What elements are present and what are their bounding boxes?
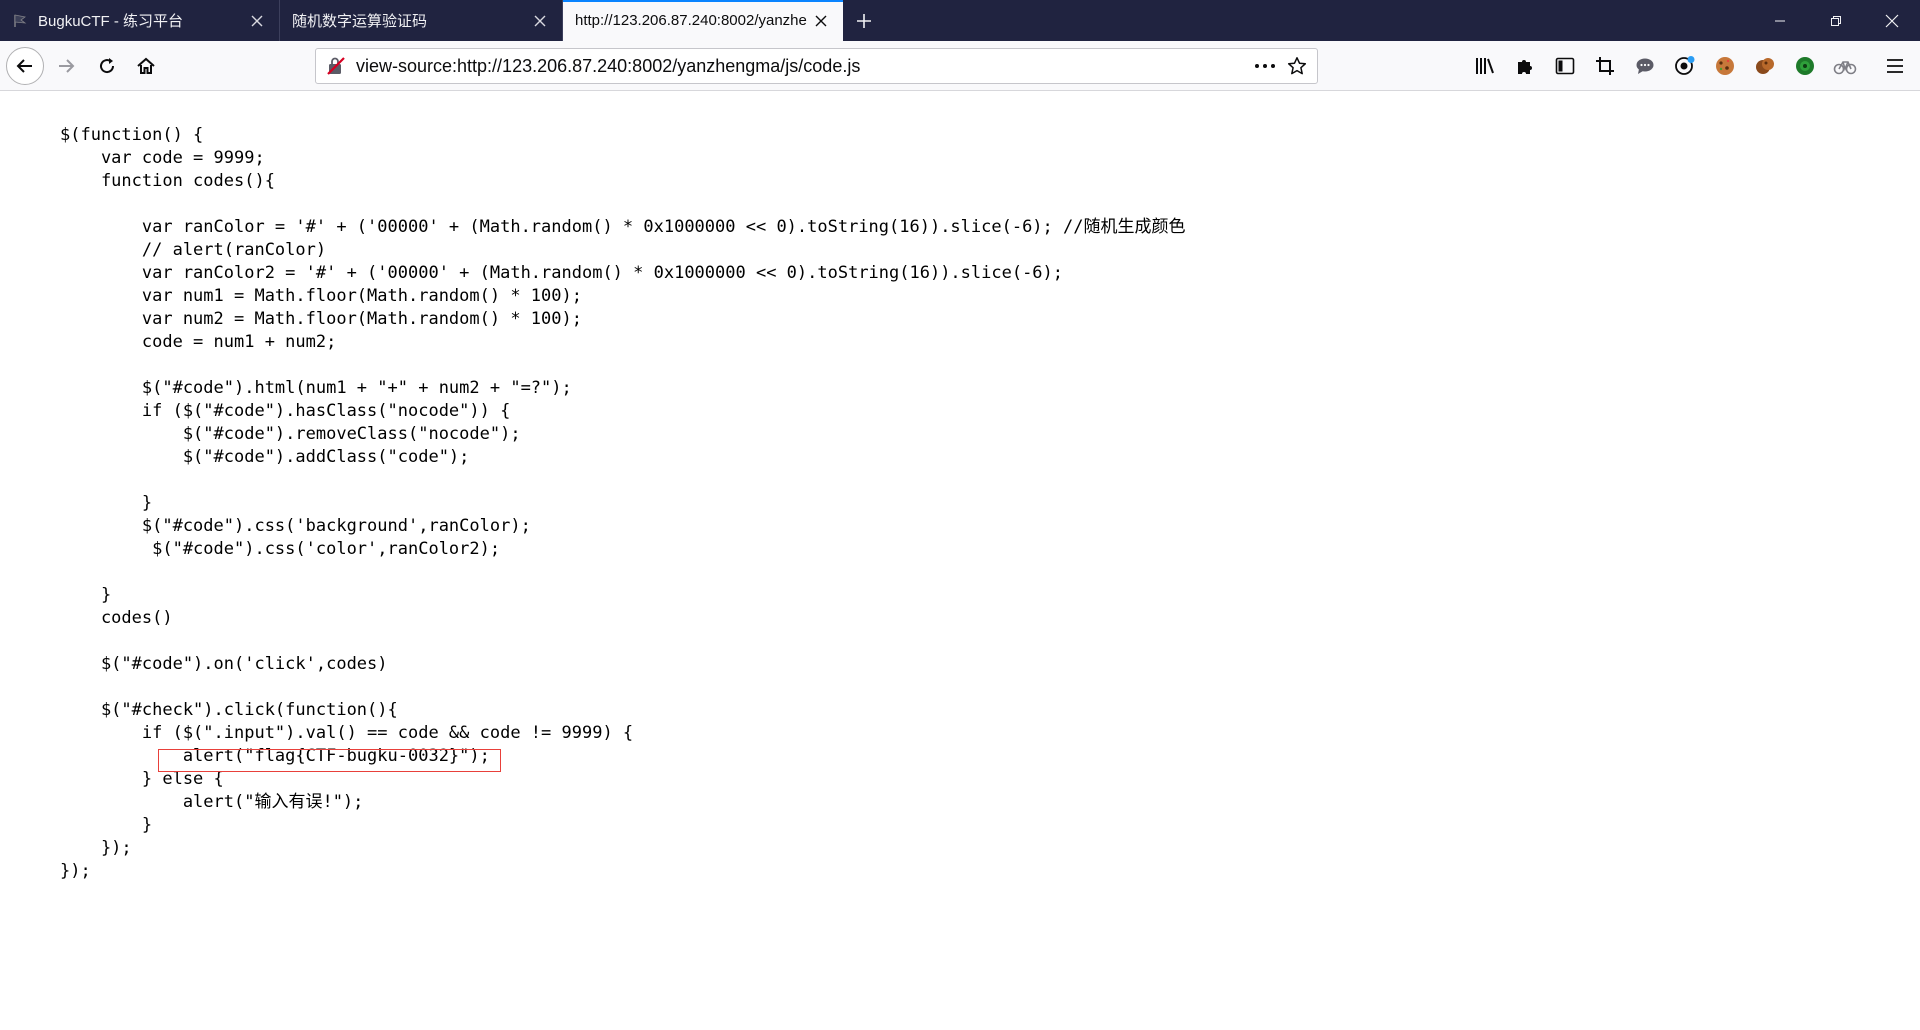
home-icon <box>137 57 155 74</box>
url-text[interactable]: view-source:http://123.206.87.240:8002/y… <box>356 56 1249 77</box>
reload-button[interactable] <box>88 47 126 85</box>
tab-title: http://123.206.87.240:8002/yanzhengma/js… <box>575 12 807 29</box>
menu-icon <box>1887 59 1903 73</box>
source-line: $("#code").removeClass("nocode"); <box>60 424 521 444</box>
home-button[interactable] <box>127 47 165 85</box>
tab-bugkuctf[interactable]: BugkuCTF - 练习平台 <box>0 0 280 41</box>
source-line: alert("输入有误!"); <box>60 792 364 812</box>
source-line: $("#code").css('color',ranColor2); <box>60 539 501 559</box>
green-addon-button[interactable] <box>1793 54 1817 78</box>
source-line: }); <box>60 861 91 881</box>
green-addon-icon <box>1796 57 1814 75</box>
cookie-addon-button[interactable] <box>1713 54 1737 78</box>
plus-icon <box>857 13 871 28</box>
source-line: $("#code").on('click',codes) <box>60 654 388 674</box>
source-line: var ranColor = '#' + ('00000' + (Math.ra… <box>60 217 1186 237</box>
restore-icon <box>1831 15 1841 26</box>
more-dots-icon <box>1255 64 1275 68</box>
source-line <box>60 630 1186 653</box>
minimize-button[interactable] <box>1752 0 1808 41</box>
source-line: $(function() { <box>60 125 204 145</box>
tab-code-js[interactable]: http://123.206.87.240:8002/yanzhengma/js… <box>563 0 843 41</box>
sidebar-icon <box>1555 57 1575 75</box>
source-line: var code = 9999; <box>60 148 265 168</box>
source-line: $("#check").click(function(){ <box>60 700 398 720</box>
source-line: code = num1 + num2; <box>60 332 337 352</box>
window-controls <box>1752 0 1920 41</box>
source-line: if ($(".input").val() == code && code !=… <box>60 723 634 743</box>
menu-button[interactable] <box>1883 54 1907 78</box>
flag-highlight-box <box>158 749 501 772</box>
account-button[interactable] <box>1673 54 1697 78</box>
back-button[interactable] <box>6 47 44 85</box>
close-window-button[interactable] <box>1864 0 1920 41</box>
source-line: } <box>60 493 153 513</box>
source-line: $("#code").css('background',ranColor); <box>60 516 531 536</box>
source-line <box>60 676 1186 699</box>
tab-captcha[interactable]: 随机数字运算验证码 <box>280 0 563 41</box>
brown-addon-button[interactable] <box>1753 54 1777 78</box>
bike-icon <box>1833 61 1857 75</box>
bike-addon-button[interactable] <box>1833 54 1857 78</box>
tab-close-icon[interactable] <box>807 7 835 35</box>
library-icon <box>1476 58 1494 74</box>
reload-icon <box>100 58 115 74</box>
brown-addon-icon <box>1756 58 1774 74</box>
source-line: var ranColor2 = '#' + ('00000' + (Math.r… <box>60 263 1064 283</box>
extensions-button[interactable] <box>1513 54 1537 78</box>
tab-close-icon[interactable] <box>526 7 554 35</box>
close-icon <box>1885 14 1899 27</box>
tab-title: 随机数字运算验证码 <box>292 13 428 30</box>
source-line: function codes(){ <box>60 171 275 191</box>
bugku-favicon-icon <box>14 14 27 27</box>
forward-arrow-icon <box>59 59 75 73</box>
sidebar-button[interactable] <box>1553 54 1577 78</box>
source-line: if ($("#code").hasClass("nocode")) { <box>60 401 511 421</box>
minimize-icon <box>1775 20 1785 21</box>
screenshot-button[interactable] <box>1593 54 1617 78</box>
tab-title: BugkuCTF - 练习平台 <box>38 13 184 30</box>
insecure-connection-icon[interactable] <box>326 56 346 76</box>
page-actions-button[interactable] <box>1249 50 1281 82</box>
source-line: var num2 = Math.floor(Math.random() * 10… <box>60 309 582 329</box>
chat-icon <box>1636 58 1654 74</box>
source-line <box>60 561 1186 584</box>
forward-button[interactable] <box>47 47 85 85</box>
tab-strip: BugkuCTF - 练习平台 随机数字运算验证码 http://123.206… <box>0 0 1920 41</box>
source-line <box>60 469 1186 492</box>
source-line <box>60 193 1186 216</box>
source-line: $("#code").html(num1 + "+" + num2 + "=?"… <box>60 378 572 398</box>
star-icon <box>1287 57 1307 75</box>
extensions-icon <box>1518 60 1532 74</box>
new-tab-button[interactable] <box>843 0 885 41</box>
library-button[interactable] <box>1473 54 1497 78</box>
source-line: codes() <box>60 608 173 628</box>
restore-button[interactable] <box>1808 0 1864 41</box>
tab-close-icon[interactable] <box>243 7 271 35</box>
source-line: // alert(ranColor) <box>60 240 327 260</box>
source-line: } <box>60 585 112 605</box>
source-line: $("#code").addClass("code"); <box>60 447 470 467</box>
source-line <box>60 354 1186 377</box>
address-bar[interactable]: view-source:http://123.206.87.240:8002/y… <box>315 48 1318 84</box>
source-line: } <box>60 815 153 835</box>
back-arrow-icon <box>16 59 32 73</box>
bookmark-star-button[interactable] <box>1281 50 1313 82</box>
source-line: var num1 = Math.floor(Math.random() * 10… <box>60 286 582 306</box>
chat-button[interactable] <box>1633 54 1657 78</box>
account-icon <box>1675 56 1695 75</box>
cookie-icon <box>1716 57 1734 75</box>
screenshot-crop-icon <box>1596 57 1614 75</box>
navigation-toolbar: view-source:http://123.206.87.240:8002/y… <box>0 41 1920 91</box>
source-line: }); <box>60 838 132 858</box>
